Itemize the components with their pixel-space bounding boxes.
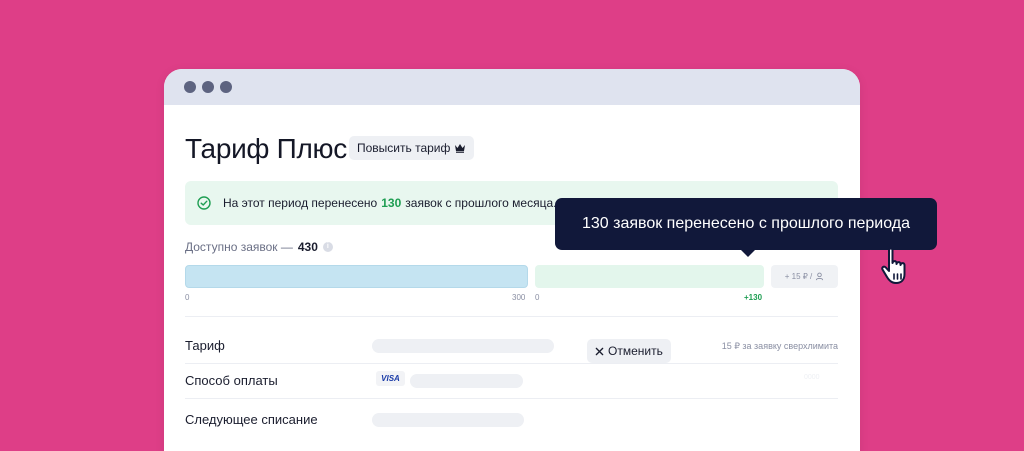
overlimit-bar: + 15 ₽ / xyxy=(771,265,838,288)
carryover-tooltip: 130 заявок перенесено с прошлого периода xyxy=(555,198,937,257)
window-titlebar xyxy=(164,69,860,105)
info-icon[interactable]: i xyxy=(322,242,333,252)
window-control-dot[interactable] xyxy=(220,81,232,93)
base-bar-max-tick: 300 xyxy=(512,293,526,302)
hand-pointer-icon xyxy=(881,247,906,284)
notice-text-prefix: На этот период перенесено xyxy=(223,196,378,210)
divider xyxy=(185,398,838,399)
check-circle-icon xyxy=(197,196,211,210)
base-bar-min-tick: 0 xyxy=(185,293,190,302)
overlimit-label: + 15 ₽ / xyxy=(784,272,813,281)
divider xyxy=(185,316,838,317)
payment-row-label: Способ оплаты xyxy=(185,373,278,388)
payment-ghost-text: 0000 xyxy=(804,374,820,381)
tooltip-text: 130 заявок перенесено с прошлого периода xyxy=(581,215,911,232)
app-window: Тариф Плюс Повысить тариф На этот период… xyxy=(164,69,860,451)
available-label: Доступно заявок — xyxy=(185,240,293,254)
upgrade-tariff-button[interactable]: Повысить тариф xyxy=(349,136,475,160)
window-control-dot[interactable] xyxy=(202,81,214,93)
next-charge-value-placeholder xyxy=(372,413,524,427)
tariff-value-placeholder xyxy=(372,339,554,353)
window-control-dot[interactable] xyxy=(184,81,196,93)
notice-text-suffix: заявок с прошлого месяца. xyxy=(405,196,557,210)
available-requests: Доступно заявок — 430 i xyxy=(185,240,333,254)
page-title: Тариф Плюс xyxy=(185,133,347,164)
available-count: 430 xyxy=(297,240,318,254)
close-icon xyxy=(595,347,604,355)
user-icon xyxy=(816,272,824,281)
carried-bar-min-tick: 0 xyxy=(535,293,540,302)
divider xyxy=(185,363,838,364)
base-quota-bar xyxy=(185,265,528,288)
cancel-subscription-button[interactable]: Отменить xyxy=(587,339,671,363)
payment-value-placeholder xyxy=(410,374,523,388)
upgrade-tariff-label: Повысить тариф xyxy=(357,141,451,155)
overlimit-price-note: 15 ₽ за заявку сверхлимита xyxy=(721,341,838,351)
tariff-row-label: Тариф xyxy=(185,338,225,353)
carried-bar-value-tick: +130 xyxy=(744,293,763,302)
carried-over-bar[interactable] xyxy=(535,265,764,288)
notice-count: 130 xyxy=(381,196,402,210)
next-charge-row-label: Следующее списание xyxy=(185,412,318,427)
crown-icon xyxy=(455,144,466,153)
cancel-label: Отменить xyxy=(608,344,663,358)
visa-card-badge: VISA xyxy=(376,371,405,386)
